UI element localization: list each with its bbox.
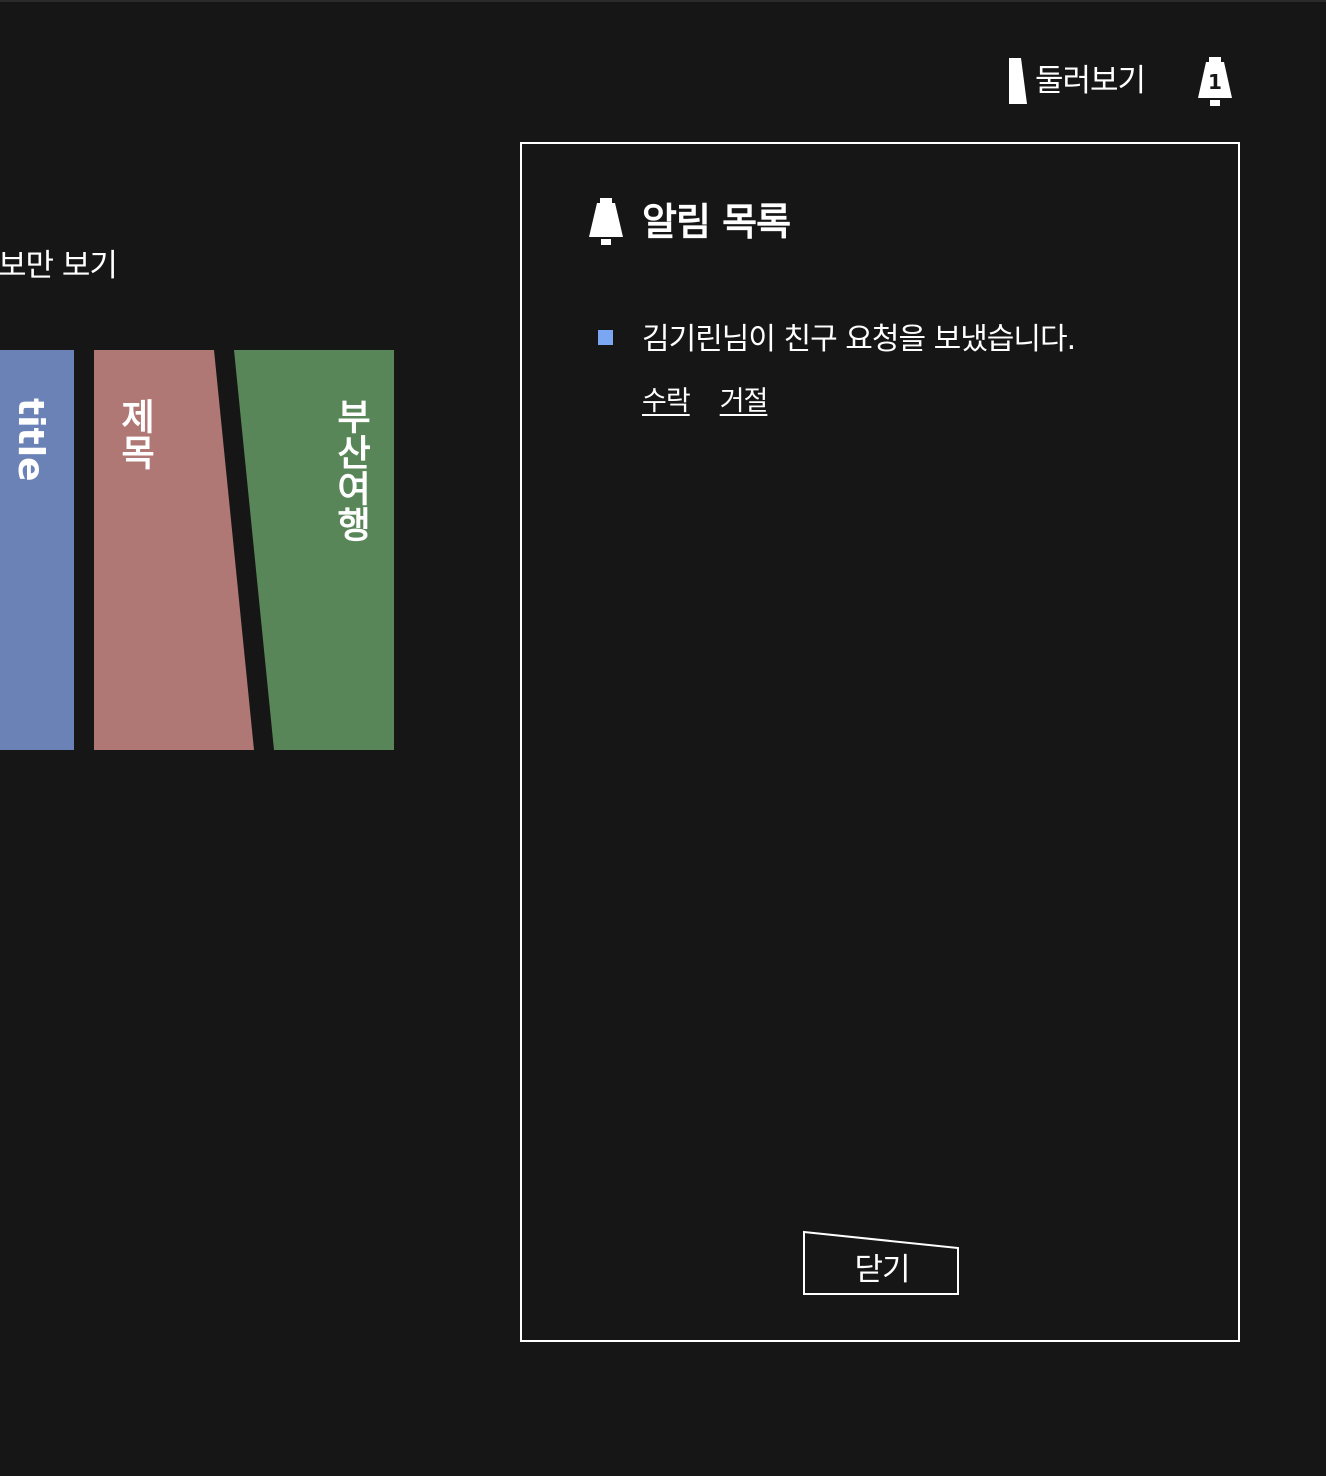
book-title: title bbox=[10, 398, 51, 482]
close-button[interactable]: 닫기 bbox=[802, 1230, 962, 1296]
bookmark-icon bbox=[1009, 58, 1027, 104]
notification-message: 김기린님이 친구 요청을 보냈습니다. bbox=[642, 322, 1076, 357]
browse-link[interactable]: 둘러보기 bbox=[1007, 56, 1146, 106]
notification-panel: 알림 목록 김기린님이 친구 요청을 보냈습니다. 수락 거절 닫기 bbox=[520, 142, 1240, 1342]
top-divider bbox=[0, 0, 1326, 2]
panel-header: 알림 목록 bbox=[588, 194, 791, 250]
filter-toggle-label[interactable]: 보만 보기 bbox=[0, 244, 118, 288]
bell-icon bbox=[589, 198, 623, 245]
close-label: 닫기 bbox=[854, 1252, 910, 1288]
notification-actions: 수락 거절 bbox=[642, 380, 769, 424]
accept-link[interactable]: 수락 bbox=[642, 380, 691, 424]
notification-bell-button[interactable]: 1 bbox=[1197, 56, 1233, 108]
unread-bullet bbox=[598, 330, 613, 345]
book-title: 부산여행 bbox=[330, 398, 371, 542]
notification-count-badge: 1 bbox=[1208, 70, 1222, 94]
book-title: 제목 bbox=[114, 398, 155, 470]
app-page: 둘러보기 1 보만 보기 title 제목 부산여행 알림 목록 김기린님이 친… bbox=[0, 0, 1326, 1476]
book-shelf: title 제목 부산여행 bbox=[0, 350, 400, 750]
panel-title: 알림 목록 bbox=[642, 200, 791, 244]
reject-link[interactable]: 거절 bbox=[720, 380, 769, 424]
browse-label: 둘러보기 bbox=[1035, 63, 1146, 99]
